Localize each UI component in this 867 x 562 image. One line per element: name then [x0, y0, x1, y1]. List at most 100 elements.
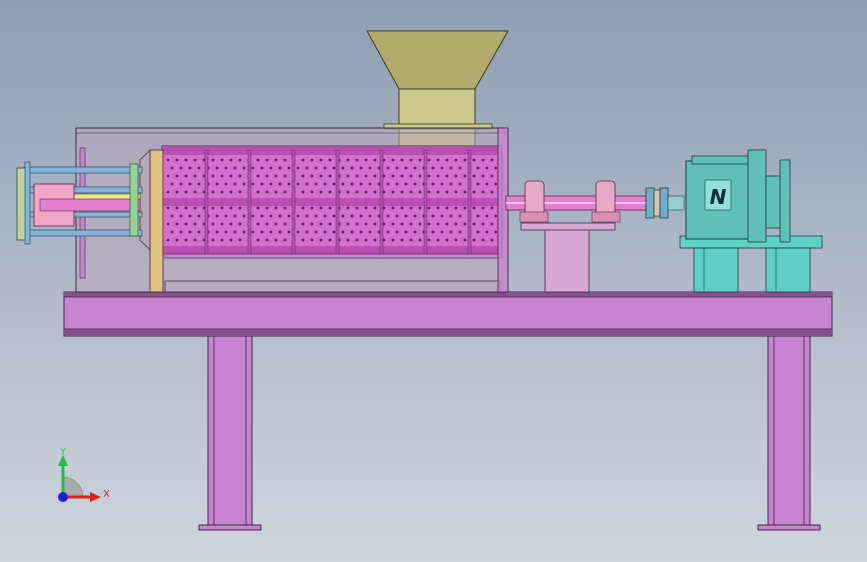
perforation — [454, 158, 458, 162]
perforation — [323, 182, 327, 186]
perforation — [260, 166, 264, 170]
perforation — [265, 190, 269, 194]
perforation — [364, 174, 368, 178]
perforation — [319, 158, 323, 162]
perforation — [476, 230, 480, 234]
perforation — [305, 214, 309, 218]
perforation — [256, 206, 260, 210]
perforation — [215, 182, 219, 186]
perforation — [175, 190, 179, 194]
perforation — [341, 214, 345, 218]
perforation — [193, 158, 197, 162]
perforation — [427, 190, 431, 194]
perforation — [242, 214, 246, 218]
perforation — [301, 190, 305, 194]
perforation — [472, 158, 476, 162]
perforation — [283, 174, 287, 178]
perforation — [224, 230, 228, 234]
perforation — [188, 214, 192, 218]
perforation — [476, 166, 480, 170]
perforation — [391, 206, 395, 210]
perforation — [296, 214, 300, 218]
screen-rib — [379, 149, 384, 259]
perforation — [463, 222, 467, 226]
perforation — [184, 190, 188, 194]
cad-viewport[interactable]: N Y X — [0, 0, 867, 562]
perforation — [170, 214, 174, 218]
perforation — [328, 174, 332, 178]
perforation — [310, 174, 314, 178]
perforation — [251, 230, 255, 234]
perforation — [184, 206, 188, 210]
perforation — [400, 206, 404, 210]
perforation — [175, 238, 179, 242]
main-frame-beam — [63, 291, 833, 337]
perforation — [373, 190, 377, 194]
perforation — [256, 222, 260, 226]
perforation — [355, 206, 359, 210]
perforation — [215, 214, 219, 218]
perforation — [274, 158, 278, 162]
perforation — [301, 238, 305, 242]
perforation — [166, 158, 170, 162]
perforation — [301, 158, 305, 162]
perforation — [485, 182, 489, 186]
perforation — [454, 190, 458, 194]
perforation — [472, 206, 476, 210]
perforation — [175, 206, 179, 210]
perforation — [409, 206, 413, 210]
screen-rib — [204, 149, 209, 259]
perforation — [296, 230, 300, 234]
perforation — [305, 182, 309, 186]
perforation — [418, 158, 422, 162]
perforation — [175, 158, 179, 162]
perforation — [332, 214, 336, 218]
perforation — [211, 222, 215, 226]
perforation — [224, 214, 228, 218]
perforation — [274, 206, 278, 210]
perforation — [224, 182, 228, 186]
perforation — [283, 206, 287, 210]
perforation — [350, 230, 354, 234]
coordinate-triad-icon[interactable]: Y X — [58, 447, 110, 502]
perforation — [215, 230, 219, 234]
perforation — [274, 238, 278, 242]
perforation — [476, 182, 480, 186]
logo-n-icon: N — [710, 185, 727, 209]
perforation — [409, 190, 413, 194]
perforation — [305, 230, 309, 234]
perforation — [359, 166, 363, 170]
perforation — [220, 238, 224, 242]
perforation — [485, 166, 489, 170]
perforation — [409, 158, 413, 162]
perforation — [436, 222, 440, 226]
perforation — [463, 206, 467, 210]
perforation — [409, 222, 413, 226]
perforation — [238, 190, 242, 194]
perforation — [436, 174, 440, 178]
perforation — [170, 166, 174, 170]
perforation — [166, 222, 170, 226]
perforation — [386, 214, 390, 218]
perforation — [184, 238, 188, 242]
perforation — [319, 222, 323, 226]
machine-model: N Y X — [16, 30, 833, 531]
perforation — [179, 214, 183, 218]
perforation — [310, 190, 314, 194]
perforation — [175, 222, 179, 226]
perforation — [418, 174, 422, 178]
perforation — [454, 174, 458, 178]
perforation — [184, 158, 188, 162]
perforation — [490, 222, 494, 226]
perforation — [413, 182, 417, 186]
perforation — [197, 230, 201, 234]
perforation — [260, 214, 264, 218]
perforation — [364, 158, 368, 162]
perforation — [314, 230, 318, 234]
perforation — [449, 214, 453, 218]
perforation — [440, 166, 444, 170]
perforation — [368, 182, 372, 186]
perforation — [427, 174, 431, 178]
perforation — [395, 182, 399, 186]
perforation — [319, 238, 323, 242]
